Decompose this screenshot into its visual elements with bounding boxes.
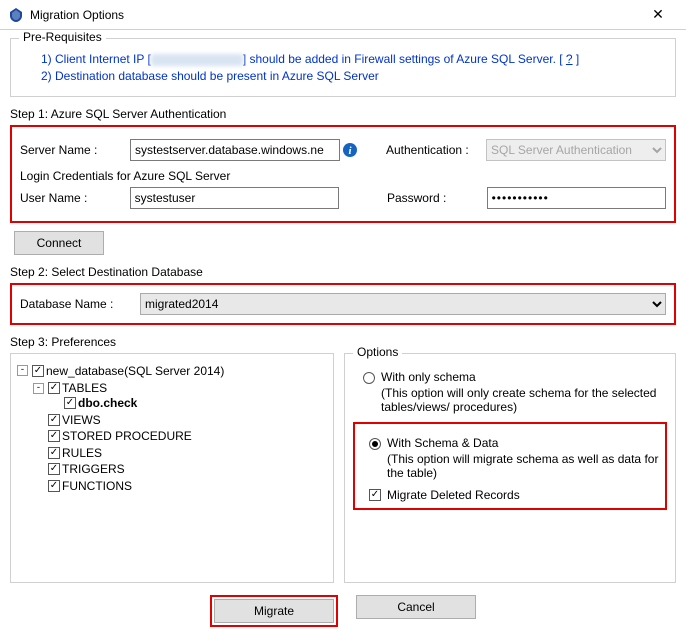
prereq-1a: 1) Client Internet IP [: [41, 52, 151, 66]
radio-schema-data-row[interactable]: With Schema & Data: [369, 436, 661, 450]
creds-heading: Login Credentials for Azure SQL Server: [20, 169, 666, 183]
auth-label: Authentication :: [386, 143, 486, 157]
tree-rules[interactable]: RULES: [62, 446, 102, 460]
object-tree[interactable]: -new_database(SQL Server 2014) -TABLES d…: [15, 361, 329, 494]
radio-schema-data[interactable]: [369, 438, 381, 450]
tree-pane: -new_database(SQL Server 2014) -TABLES d…: [10, 353, 334, 583]
radio-schema-data-label: With Schema & Data: [387, 436, 498, 450]
tree-views[interactable]: VIEWS: [62, 413, 101, 427]
migrate-deleted-label: Migrate Deleted Records: [387, 488, 520, 502]
server-name-input[interactable]: [130, 139, 340, 161]
radio-schema-only-label: With only schema: [381, 370, 476, 384]
migrate-button[interactable]: Migrate: [214, 599, 334, 623]
window-title: Migration Options: [30, 8, 638, 22]
tree-checkbox[interactable]: [48, 480, 60, 492]
radio-schema-only[interactable]: [363, 372, 375, 384]
tree-checkbox[interactable]: [48, 463, 60, 475]
prereq-1c: ]: [573, 52, 580, 66]
auth-select[interactable]: SQL Server Authentication: [486, 139, 666, 161]
password-label: Password :: [387, 191, 487, 205]
user-name-label: User Name :: [20, 191, 130, 205]
cancel-button[interactable]: Cancel: [356, 595, 476, 619]
tree-triggers[interactable]: TRIGGERS: [62, 462, 125, 476]
app-icon: [8, 7, 24, 23]
tree-tables[interactable]: TABLES: [62, 381, 107, 395]
database-name-select[interactable]: migrated2014: [140, 293, 666, 315]
database-name-label: Database Name :: [20, 297, 140, 311]
step1-box: Server Name : i Authentication : SQL Ser…: [10, 125, 676, 223]
schema-data-desc: (This option will migrate schema as well…: [387, 452, 661, 480]
migrate-deleted-row[interactable]: Migrate Deleted Records: [369, 488, 661, 502]
info-icon[interactable]: i: [342, 142, 358, 158]
titlebar: Migration Options ✕: [0, 0, 686, 30]
footer: Migrate Cancel: [10, 595, 676, 627]
close-button[interactable]: ✕: [638, 6, 678, 23]
collapse-icon[interactable]: -: [33, 383, 44, 394]
user-name-input[interactable]: [130, 187, 339, 209]
options-pane: Options With only schema (This option wi…: [344, 353, 676, 583]
options-heading: Options: [353, 345, 402, 359]
step3-label: Step 3: Preferences: [10, 335, 676, 349]
step1-label: Step 1: Azure SQL Server Authentication: [10, 107, 676, 121]
tree-checkbox[interactable]: [48, 414, 60, 426]
help-link[interactable]: ?: [566, 52, 573, 66]
migrate-highlight: Migrate: [210, 595, 338, 627]
tree-root[interactable]: new_database(SQL Server 2014): [46, 364, 224, 378]
tree-checkbox[interactable]: [48, 447, 60, 459]
tree-checkbox[interactable]: [48, 382, 60, 394]
tree-sp[interactable]: STORED PROCEDURE: [62, 429, 192, 443]
prerequisites-group: Pre-Requisites 1) Client Internet IP [] …: [10, 38, 676, 97]
connect-button[interactable]: Connect: [14, 231, 104, 255]
prereq-1b: ] should be added in Firewall settings o…: [243, 52, 566, 66]
collapse-icon[interactable]: -: [17, 365, 28, 376]
schema-only-desc: (This option will only create schema for…: [381, 386, 667, 414]
prerequisites-heading: Pre-Requisites: [19, 30, 106, 44]
tree-checkbox[interactable]: [64, 397, 76, 409]
tree-checkbox[interactable]: [32, 365, 44, 377]
tree-dbo-check[interactable]: dbo.check: [78, 396, 137, 410]
migrate-deleted-checkbox[interactable]: [369, 489, 381, 501]
prereq-line-2: 2) Destination database should be presen…: [41, 69, 665, 83]
server-name-label: Server Name :: [20, 143, 130, 157]
tree-checkbox[interactable]: [48, 430, 60, 442]
step2-box: Database Name : migrated2014: [10, 283, 676, 325]
step2-label: Step 2: Select Destination Database: [10, 265, 676, 279]
password-input[interactable]: [487, 187, 666, 209]
tree-functions[interactable]: FUNCTIONS: [62, 479, 132, 493]
options-highlight: With Schema & Data (This option will mig…: [353, 422, 667, 510]
prereq-line-1: 1) Client Internet IP [ ] should be added…: [41, 52, 665, 66]
ip-redacted: [151, 54, 243, 66]
radio-schema-only-row[interactable]: With only schema: [363, 370, 667, 384]
